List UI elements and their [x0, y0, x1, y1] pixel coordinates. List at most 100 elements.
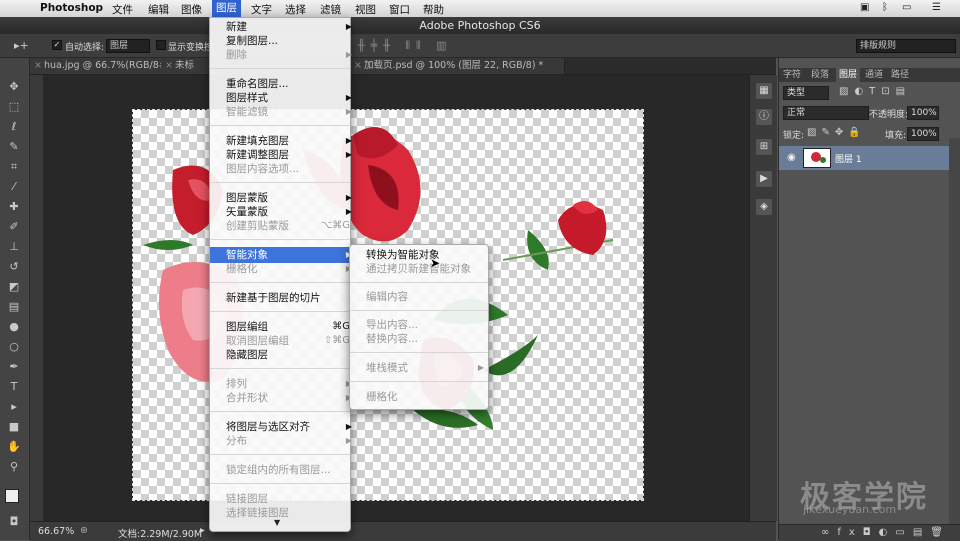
quick-select-tool-icon[interactable]: ✎ — [7, 140, 21, 154]
menu-item-new[interactable]: 新建 ▶ — [226, 20, 352, 34]
menu-view[interactable]: 视图 — [355, 2, 376, 17]
submenu-item-rasterize: 栅格化 — [366, 391, 398, 403]
menu-separator — [350, 282, 488, 283]
crop-tool-icon[interactable]: ⌗ — [7, 160, 21, 174]
info-panel-icon[interactable]: ⓘ — [756, 109, 772, 125]
pen-tool-icon[interactable]: ✒ — [7, 360, 21, 374]
lasso-tool-icon[interactable]: ℓ — [7, 120, 21, 134]
menu-separator — [210, 239, 350, 240]
zoom-tool-icon[interactable]: ⚲ — [7, 460, 21, 474]
menu-item-vector-mask[interactable]: 矢量蒙版 ▶ — [226, 205, 352, 219]
menu-item-new-adjustment-layer[interactable]: 新建调整图层 ▶ — [226, 148, 352, 162]
eye-icon[interactable]: ◉ — [787, 152, 796, 163]
menu-item-group-layers[interactable]: 图层编组 ⌘G — [226, 320, 350, 334]
eyedropper-tool-icon[interactable]: ⁄ — [7, 180, 21, 194]
blur-tool-icon[interactable]: ● — [7, 320, 21, 334]
menu-window[interactable]: 窗口 — [389, 2, 410, 17]
menu-item-duplicate-layer[interactable]: 复制图层... — [226, 34, 278, 48]
workspace-dropdown[interactable]: 排版规则 — [856, 39, 956, 53]
menu-separator — [350, 310, 488, 311]
blend-mode-dropdown[interactable]: 正常 — [783, 106, 869, 120]
layer-row[interactable]: ◉ 图层 1 — [779, 146, 949, 170]
tab-layers[interactable]: 图层 — [836, 68, 861, 82]
actions-panel-icon[interactable]: ▶ — [756, 171, 772, 187]
shape-tool-icon[interactable]: ■ — [7, 420, 21, 434]
layer-footer-icons[interactable]: ∞fx◘◐▭▤🗑 — [821, 527, 951, 538]
show-transform-label: 显示变换控 — [168, 43, 214, 53]
show-transform-checkbox[interactable] — [156, 40, 166, 50]
layer-filter-dropdown[interactable]: 类型 — [783, 86, 829, 100]
doc-tab-hua[interactable]: × hua.jpg @ 66.7%(RGB/8#) * — [30, 58, 175, 87]
tab-channels[interactable]: 通道 — [865, 68, 883, 82]
marquee-tool-icon[interactable]: ⬚ — [7, 100, 21, 114]
close-tab-icon[interactable]: × — [165, 58, 173, 74]
status-bar: 66.67% ⊛ 文档:2.29M/2.90M ▸ — [30, 521, 776, 541]
clone-stamp-tool-icon[interactable]: ⊥ — [7, 240, 21, 254]
auto-select-checkbox[interactable]: ✓ — [52, 40, 62, 50]
menu-image[interactable]: 图像 — [181, 2, 202, 17]
navigator-panel-icon[interactable]: ⊞ — [756, 139, 772, 155]
3d-panel-icon[interactable]: ◈ — [756, 199, 772, 215]
history-panel-icon[interactable]: ▦ — [756, 83, 772, 99]
tab-paths[interactable]: 路径 — [891, 68, 909, 82]
submenu-item-convert-to-smart-object[interactable]: 转换为智能对象 — [366, 248, 440, 262]
menu-item-smart-filter: 智能滤镜 ▶ — [226, 106, 352, 118]
menu-file[interactable]: 文件 — [112, 2, 133, 17]
history-brush-tool-icon[interactable]: ↺ — [7, 260, 21, 274]
layer-name[interactable]: 图层 1 — [835, 152, 862, 165]
tab-paragraph[interactable]: 段落 — [811, 68, 829, 82]
status-menu-arrow-icon[interactable]: ▸ — [200, 525, 205, 536]
filter-icons[interactable]: ▨◐T⊡▤ — [839, 86, 911, 97]
menu-item-create-clipping-mask: 创建剪贴蒙版 ⌥⌘G — [226, 220, 350, 232]
bluetooth-icon[interactable]: ᛒ — [882, 2, 888, 13]
menu-item-new-layer-based-slice[interactable]: 新建基于图层的切片 — [226, 291, 321, 305]
move-tool-icon[interactable]: ✥ — [7, 80, 21, 94]
camera-icon[interactable]: ▣ — [860, 2, 869, 13]
menu-item-layer-mask[interactable]: 图层蒙版 ▶ — [226, 191, 352, 205]
watermark-url: jikexueyuan.com — [803, 503, 897, 516]
lock-icons[interactable]: ▨✎✥🔒 — [807, 127, 866, 138]
path-select-tool-icon[interactable]: ▸ — [7, 400, 21, 414]
move-tool-icon[interactable]: ▸+ — [14, 39, 29, 52]
tab-character[interactable]: 字符 — [783, 68, 801, 82]
hand-tool-icon[interactable]: ✋ — [7, 440, 21, 454]
menu-filter[interactable]: 滤镜 — [320, 2, 341, 17]
menu-scroll-down-icon[interactable]: ▼ — [274, 518, 280, 527]
menu-item-align-layers-to-selection[interactable]: 将图层与选区对齐 ▶ — [226, 420, 352, 434]
menu-item-hide-layers[interactable]: 隐藏图层 — [226, 348, 268, 362]
eraser-tool-icon[interactable]: ◩ — [7, 280, 21, 294]
menu-edit[interactable]: 编辑 — [148, 2, 169, 17]
zoom-level[interactable]: 66.67% — [38, 526, 74, 537]
menu-type[interactable]: 文字 — [251, 2, 272, 17]
close-tab-icon[interactable]: × — [354, 58, 362, 74]
healing-brush-tool-icon[interactable]: ✚ — [7, 200, 21, 214]
menu-item-link-layers: 链接图层 — [226, 493, 268, 505]
brush-tool-icon[interactable]: ✐ — [7, 220, 21, 234]
menu-item-ungroup-layers: 取消图层编组 ⇧⌘G — [226, 335, 350, 347]
menu-select[interactable]: 选择 — [285, 2, 306, 17]
auto-select-dropdown[interactable]: 图层 — [106, 39, 150, 53]
align-icons[interactable]: ╫╪╫ ⫴⫴ ▥ — [358, 39, 453, 53]
menu-separator — [210, 125, 350, 126]
battery-icon[interactable]: ▭ — [902, 2, 911, 13]
status-info-icon[interactable]: ⊛ — [80, 525, 88, 536]
menu-extra-icon[interactable]: ☰ — [932, 2, 941, 13]
menu-help[interactable]: 帮助 — [423, 2, 444, 17]
menu-item-new-fill-layer[interactable]: 新建填充图层 ▶ — [226, 134, 352, 148]
close-tab-icon[interactable]: × — [34, 58, 42, 74]
doc-tab-loading-page[interactable]: × 加载页.psd @ 100% (图层 22, RGB/8) * — [350, 58, 565, 74]
menu-item-rename-layer[interactable]: 重命名图层... — [226, 77, 289, 91]
menu-item-layer-style[interactable]: 图层样式 ▶ — [226, 91, 352, 105]
quick-mask-icon[interactable]: ◘ — [7, 515, 21, 529]
mouse-cursor-icon: ➤ — [430, 256, 441, 270]
dodge-tool-icon[interactable]: ○ — [7, 340, 21, 354]
gradient-tool-icon[interactable]: ▤ — [7, 300, 21, 314]
foreground-color-swatch[interactable] — [5, 489, 19, 503]
app-menu-photoshop[interactable]: Photoshop — [40, 2, 103, 14]
type-tool-icon[interactable]: T — [7, 380, 21, 394]
opacity-field[interactable]: 100% — [907, 106, 939, 120]
menu-layer[interactable]: 图层 — [212, 0, 241, 17]
fill-field[interactable]: 100% — [907, 127, 939, 141]
panel-scrollbar[interactable] — [949, 138, 960, 524]
menu-item-smart-objects[interactable]: 智能对象▶ — [226, 248, 352, 262]
